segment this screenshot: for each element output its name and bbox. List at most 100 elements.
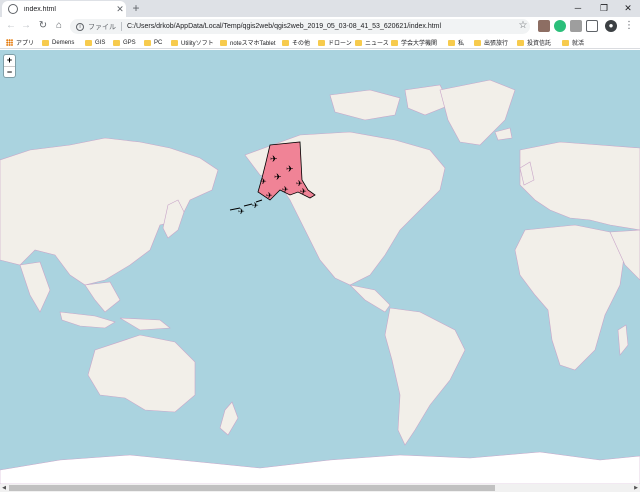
scrollbar-thumb[interactable] — [9, 485, 495, 491]
reload-button[interactable]: ↻ — [36, 19, 50, 33]
folder-icon — [355, 39, 362, 46]
tab-close-icon[interactable]: ✕ — [114, 4, 126, 15]
extension-icon[interactable] — [538, 20, 550, 32]
airplane-icon: ✈ — [252, 201, 259, 210]
landmass-europe — [519, 141, 640, 231]
landmass-africa — [514, 224, 626, 371]
folder-icon — [85, 39, 92, 46]
bookmark-label: Demens — [52, 39, 75, 46]
bookmark-folder-academic[interactable]: 学会大学機関 — [391, 38, 437, 47]
map-viewport[interactable]: ✈ ✈ ✈ ✈ ✈ ✈ ✈ ✈ ✈ ✈ + − — [0, 50, 640, 484]
bookmark-label: PC — [154, 39, 163, 46]
globe-icon — [8, 4, 18, 14]
landmass-central-america — [349, 284, 391, 313]
extension-puzzle-icon[interactable] — [570, 20, 582, 32]
folder-icon — [517, 39, 524, 46]
bookmark-label: noteスマホTablet — [230, 41, 276, 47]
maximize-button[interactable]: ❐ — [592, 0, 616, 17]
bookmark-label: 投資信託 — [527, 41, 552, 47]
bookmark-apps[interactable]: アプリ — [6, 38, 34, 47]
airplane-icon: ✈ — [274, 172, 282, 182]
bookmark-label: アプリ — [16, 41, 35, 47]
bookmark-label: 学会大学機関 — [401, 41, 438, 47]
landmass-madagascar — [617, 324, 629, 356]
airplane-icon: ✈ — [282, 185, 289, 194]
folder-icon — [282, 39, 289, 46]
airplane-icon: ✈ — [300, 187, 307, 196]
folder-icon — [42, 39, 49, 46]
bookmark-folder-news[interactable]: ニュース — [355, 38, 389, 47]
address-divider — [121, 22, 122, 31]
address-bar[interactable]: i ファイル C:/Users/drkob/AppData/Local/Temp… — [70, 19, 530, 34]
basemap: ✈ ✈ ✈ ✈ ✈ ✈ ✈ ✈ ✈ ✈ — [0, 79, 640, 484]
bookmark-folder-other[interactable]: その他 — [282, 38, 310, 47]
bookmark-star-icon[interactable]: ☆ — [516, 19, 530, 33]
airplane-icon: ✈ — [238, 207, 245, 216]
folder-icon — [144, 39, 151, 46]
bookmark-label: GIS — [95, 39, 106, 46]
address-scheme-label: ファイル — [88, 23, 116, 31]
bookmark-folder-gis[interactable]: GIS — [85, 38, 105, 47]
zoom-in-button[interactable]: + — [4, 55, 15, 66]
bookmarks-bar: アプリ Demens GIS GPS PC Utilityソフト noteスマホ… — [0, 36, 640, 49]
folder-icon — [448, 39, 455, 46]
airplane-icon: ✈ — [270, 154, 278, 164]
folder-icon — [113, 39, 120, 46]
info-icon[interactable]: i — [76, 22, 84, 31]
grammarly-extension-icon[interactable] — [554, 20, 566, 32]
bookmark-folder-travel[interactable]: 出張旅行 — [474, 38, 508, 47]
bookmark-folder-drone[interactable]: ドローン — [318, 38, 352, 47]
browser-toolbar: ← → ↻ ⌂ i ファイル C:/Users/drkob/AppData/Lo… — [0, 17, 640, 36]
zoom-out-button[interactable]: − — [4, 66, 15, 77]
zoom-control: + − — [4, 55, 15, 77]
horizontal-scrollbar[interactable]: ◀ ▶ — [0, 484, 640, 492]
home-button[interactable]: ⌂ — [52, 19, 66, 33]
bookmark-label: 就活 — [572, 41, 585, 47]
bookmark-folder-gps[interactable]: GPS — [113, 38, 136, 47]
bookmark-folder-note[interactable]: noteスマホTablet — [220, 38, 276, 47]
scroll-left-icon[interactable]: ◀ — [0, 484, 8, 492]
close-window-button[interactable]: ✕ — [616, 0, 640, 17]
back-button[interactable]: ← — [4, 19, 18, 33]
minimize-button[interactable]: ─ — [566, 0, 590, 17]
airplane-icon: ✈ — [266, 191, 273, 200]
bookmark-folder-jobhunt[interactable]: 就活 — [562, 38, 584, 47]
bookmark-folder-demens[interactable]: Demens — [42, 38, 74, 47]
scroll-right-icon[interactable]: ▶ — [632, 484, 640, 492]
folder-icon — [171, 39, 178, 46]
airplane-icon: ✈ — [286, 164, 294, 174]
tab-title: index.html — [24, 5, 56, 13]
bookmark-label: ドローン — [328, 41, 352, 47]
landmass-australia — [87, 334, 196, 413]
landmass-south-america — [384, 307, 466, 446]
apps-grid-icon — [6, 39, 13, 46]
folder-icon — [391, 39, 398, 46]
bookmark-folder-pc[interactable]: PC — [144, 38, 162, 47]
tab-strip: index.html ✕ + ─ ❐ ✕ — [0, 0, 640, 17]
folder-icon — [220, 39, 227, 46]
bookmark-label: 出張旅行 — [484, 41, 509, 47]
new-tab-button[interactable]: + — [129, 1, 143, 15]
bookmark-label: その他 — [292, 41, 311, 47]
folder-icon — [562, 39, 569, 46]
folder-icon — [318, 39, 325, 46]
landmass-new-zealand — [219, 401, 239, 436]
profile-avatar[interactable]: ● — [605, 20, 617, 32]
landmass-antarctica — [0, 451, 640, 484]
address-url[interactable]: C:/Users/drkob/AppData/Local/Temp/qgis2w… — [127, 23, 441, 30]
bookmark-folder-utility[interactable]: Utilityソフト — [171, 38, 214, 47]
screenshot-extension-icon[interactable] — [586, 20, 598, 32]
airplane-icon: ✈ — [260, 177, 267, 186]
tab-index-html[interactable]: index.html ✕ — [2, 1, 126, 17]
bookmark-folder-investment[interactable]: 投資信託 — [517, 38, 551, 47]
bookmark-folder-private[interactable]: 私 — [448, 38, 464, 47]
bookmark-label: ニュース — [365, 41, 389, 47]
bookmark-label: Utilityソフト — [181, 41, 214, 47]
landmass-arctic-islands — [329, 84, 451, 121]
menu-icon[interactable]: ⋮ — [622, 19, 636, 33]
bookmark-label: 私 — [458, 41, 465, 47]
bookmark-label: GPS — [123, 39, 136, 46]
landmass-indonesia — [59, 311, 171, 331]
folder-icon — [474, 39, 481, 46]
forward-button[interactable]: → — [19, 19, 33, 33]
